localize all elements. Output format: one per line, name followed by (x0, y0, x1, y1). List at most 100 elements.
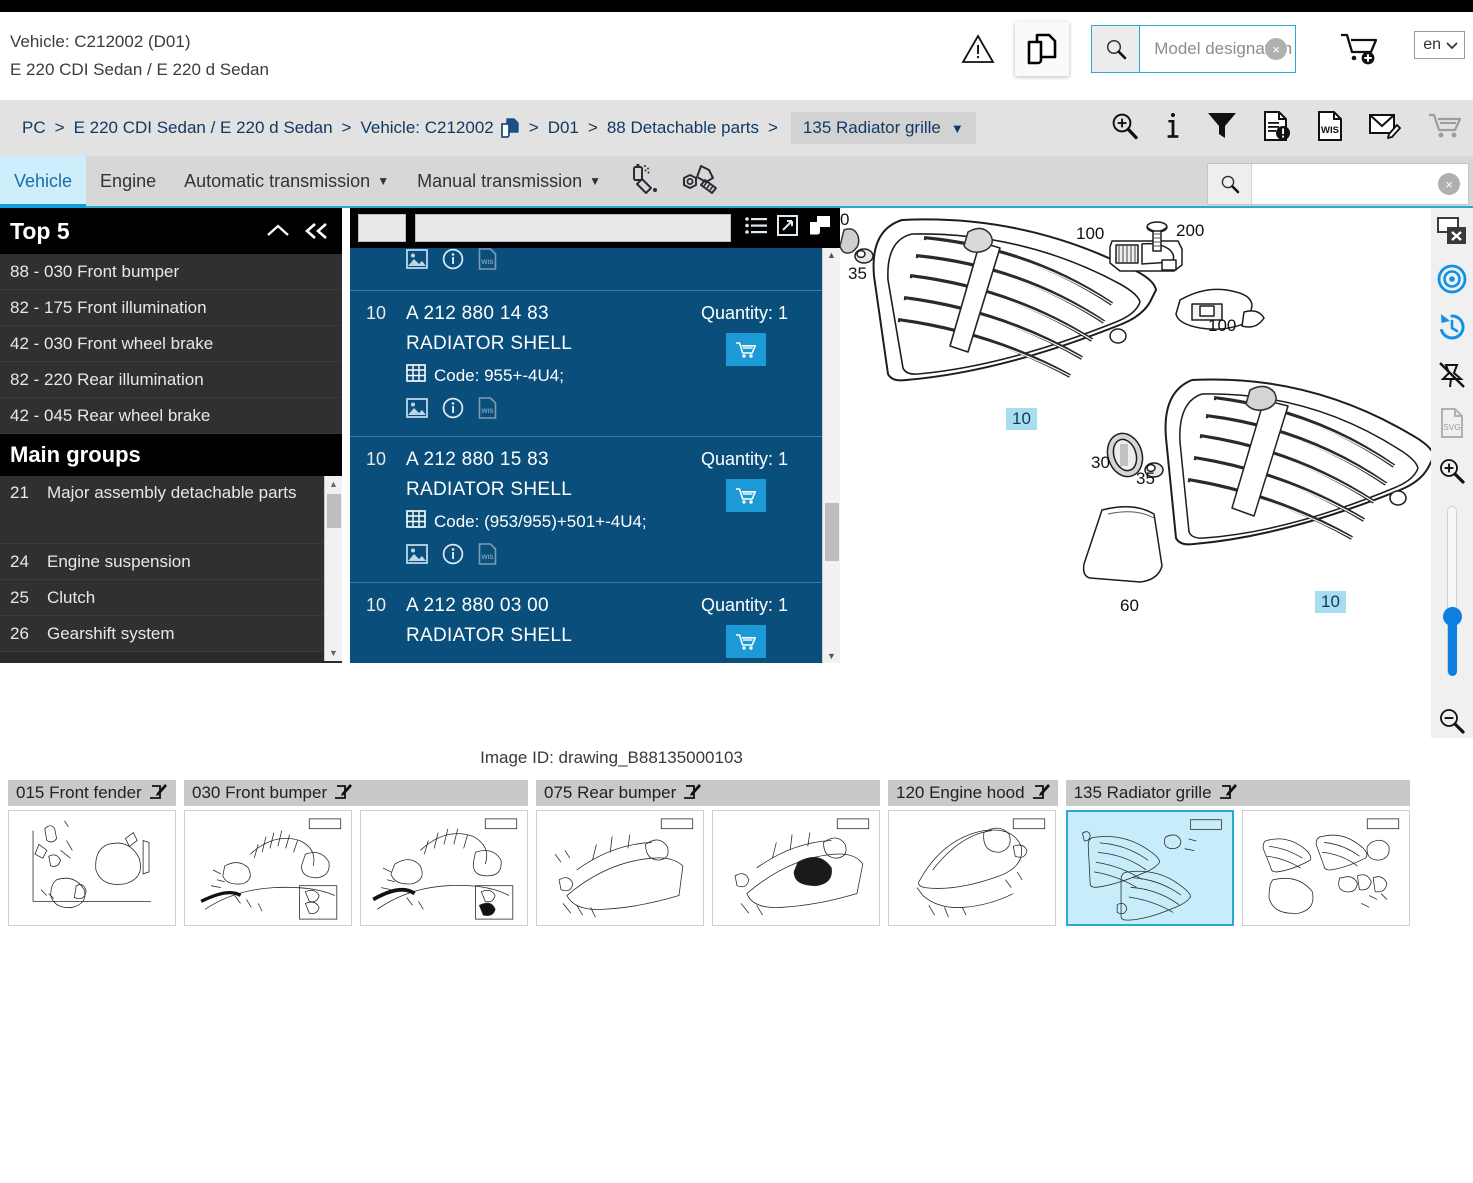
thumb-group-header[interactable]: 030 Front bumper (184, 780, 528, 806)
thumb-group-header[interactable]: 135 Radiator grille (1065, 780, 1410, 806)
expand-arrows-icon[interactable] (777, 215, 798, 241)
edit-pencil-icon[interactable] (146, 782, 167, 804)
info-circle-icon[interactable] (442, 397, 464, 424)
breadcrumb-item-3[interactable]: D01 (548, 118, 579, 138)
wis-icon[interactable]: WIS (478, 248, 497, 275)
breadcrumb-item-1[interactable]: E 220 CDI Sedan / E 220 d Sedan (74, 118, 333, 138)
breadcrumb-item-0[interactable]: PC (22, 118, 46, 138)
tab-search-clear-button[interactable]: × (1438, 173, 1460, 195)
parts-row[interactable]: 10 A 212 880 14 83 Quantity: 1 RADIATOR … (350, 290, 822, 436)
main-group-item-24[interactable]: 24 Engine suspension (0, 544, 342, 580)
tab-engine[interactable]: Engine (86, 156, 170, 206)
zoom-in-icon[interactable] (1435, 454, 1469, 488)
unpin-icon[interactable] (1435, 358, 1469, 392)
zoom-slider-knob[interactable] (1443, 607, 1462, 626)
main-group-item-26[interactable]: 26 Gearshift system (0, 616, 342, 652)
scroll-up-arrow-icon[interactable]: ▲ (823, 248, 840, 262)
parts-list-scrollbar[interactable]: ▲ ▼ (822, 248, 840, 663)
zoom-slider[interactable] (1443, 506, 1462, 676)
copy-icon[interactable] (808, 215, 832, 242)
thumb-group-header[interactable]: 015 Front fender (8, 780, 176, 806)
parts-filter-input[interactable] (358, 214, 406, 242)
model-search-clear-button[interactable]: × (1265, 38, 1288, 60)
thumbnail-item[interactable] (536, 810, 704, 926)
info-circle-icon[interactable] (442, 543, 464, 570)
thumbnail-item[interactable] (184, 810, 352, 926)
breadcrumb-copy-icon[interactable] (500, 118, 520, 138)
add-to-cart-button[interactable] (726, 625, 766, 658)
thumb-group-header[interactable]: 120 Engine hood (888, 780, 1058, 806)
add-to-cart-button[interactable] (726, 333, 766, 366)
thumbnail-item[interactable] (888, 810, 1056, 926)
wis-icon[interactable]: WIS (478, 543, 497, 570)
tab-vehicle[interactable]: Vehicle (0, 156, 87, 208)
thumbnail-item[interactable] (712, 810, 880, 926)
table-grid-icon[interactable] (406, 510, 426, 533)
warning-triangle-icon[interactable] (955, 26, 1001, 72)
model-search[interactable]: Model designation × (1091, 25, 1297, 73)
edit-pencil-icon[interactable] (332, 782, 353, 804)
cart-add-icon[interactable] (1334, 27, 1384, 71)
zoom-out-icon[interactable] (1435, 704, 1469, 738)
top5-item-3[interactable]: 82 - 220 Rear illumination (0, 362, 342, 398)
bolt-nut-icon[interactable] (681, 163, 719, 200)
edit-pencil-icon[interactable] (681, 782, 702, 804)
scrollbar-thumb[interactable] (825, 503, 839, 561)
edit-pencil-icon[interactable] (1216, 782, 1237, 804)
document-alert-icon[interactable] (1263, 110, 1291, 146)
image-icon[interactable] (406, 249, 428, 274)
chevron-up-icon[interactable] (266, 223, 290, 239)
parts-row[interactable]: 10 A 212 880 15 83 Quantity: 1 RADIATOR … (350, 436, 822, 582)
scrollbar-thumb[interactable] (327, 494, 341, 528)
parts-row-partial[interactable]: WIS (350, 248, 822, 290)
wis-icon[interactable]: WIS (478, 397, 497, 424)
info-circle-icon[interactable] (442, 248, 464, 275)
thumbnail-item[interactable] (1241, 810, 1410, 926)
add-to-cart-button[interactable] (726, 479, 766, 512)
history-reset-icon[interactable] (1435, 310, 1469, 344)
table-grid-icon[interactable] (406, 364, 426, 387)
parts-search-input[interactable] (415, 214, 731, 242)
thumbnail-item[interactable] (8, 810, 176, 926)
edit-pencil-icon[interactable] (1029, 782, 1050, 804)
top5-item-2[interactable]: 42 - 030 Front wheel brake (0, 326, 342, 362)
image-icon[interactable] (406, 544, 428, 569)
model-search-button[interactable] (1092, 26, 1141, 72)
double-chevron-left-icon[interactable] (304, 222, 330, 240)
list-view-icon[interactable] (745, 216, 767, 240)
sidebar-scrollbar[interactable]: ▲ ▼ (324, 476, 342, 661)
callout-label-highlighted[interactable]: 10 (1006, 408, 1037, 430)
target-locate-icon[interactable] (1435, 262, 1469, 296)
language-select[interactable]: en (1414, 31, 1465, 59)
copy-documents-button[interactable] (1015, 22, 1070, 76)
image-icon[interactable] (406, 398, 428, 423)
model-search-field[interactable]: Model designation × (1140, 26, 1295, 72)
top5-item-4[interactable]: 42 - 045 Rear wheel brake (0, 398, 342, 434)
tab-search-field[interactable]: × (1252, 164, 1468, 204)
technical-drawing[interactable]: 0 35 100 200 100 10 30 35 60 10 (840, 208, 1473, 663)
paint-spray-icon[interactable] (629, 162, 663, 201)
shopping-cart-icon[interactable] (1427, 112, 1463, 145)
info-icon[interactable] (1165, 111, 1181, 145)
svg-export-icon[interactable]: SVG (1435, 406, 1469, 440)
top5-item-1[interactable]: 82 - 175 Front illumination (0, 290, 342, 326)
breadcrumb-current-dropdown[interactable]: 135 Radiator grille ▼ (790, 112, 976, 144)
wis-document-icon[interactable]: WIS (1317, 110, 1343, 146)
close-window-icon[interactable] (1435, 214, 1469, 248)
thumbnail-item-selected[interactable] (1065, 810, 1234, 926)
scroll-down-arrow-icon[interactable]: ▼ (823, 649, 840, 663)
tab-manual-transmission[interactable]: Manual transmission ▼ (403, 156, 615, 206)
scroll-up-arrow-icon[interactable]: ▲ (325, 476, 342, 492)
thumbnail-item[interactable] (360, 810, 528, 926)
parts-row[interactable]: 10 A 212 880 03 00 Quantity: 1 RADIATOR … (350, 582, 822, 659)
breadcrumb-item-4[interactable]: 88 Detachable parts (607, 118, 759, 138)
callout-label-highlighted[interactable]: 10 (1315, 591, 1346, 613)
top5-item-0[interactable]: 88 - 030 Front bumper (0, 254, 342, 290)
scroll-down-arrow-icon[interactable]: ▼ (325, 645, 342, 661)
zoom-in-search-icon[interactable] (1110, 111, 1139, 145)
main-group-item-21[interactable]: 21 Major assembly detachable parts (0, 476, 342, 544)
filter-icon[interactable] (1207, 111, 1237, 145)
tab-automatic-transmission[interactable]: Automatic transmission ▼ (170, 156, 403, 206)
tab-search[interactable]: × (1207, 163, 1469, 205)
breadcrumb-item-2[interactable]: Vehicle: C212002 (360, 118, 493, 138)
